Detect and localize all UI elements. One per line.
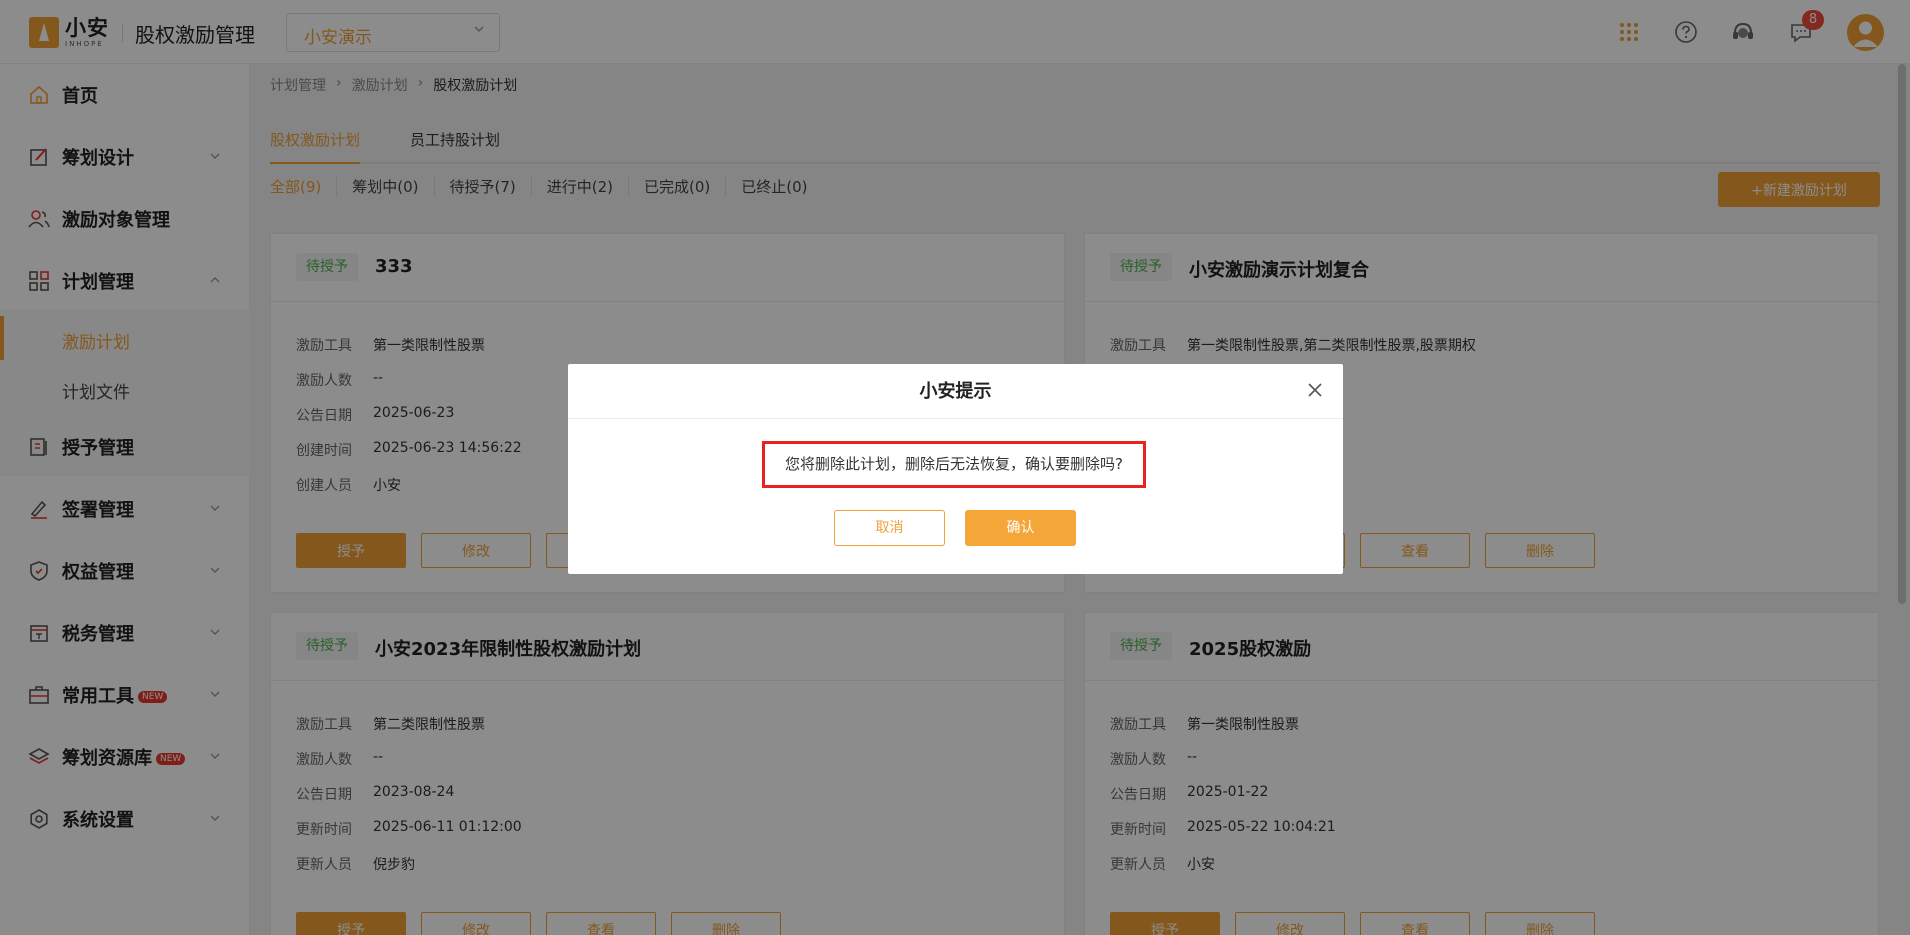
- delete-confirm-dialog: 小安提示 您将删除此计划，删除后无法恢复，确认要删除吗? 取消 确认: [568, 364, 1343, 574]
- dialog-message: 您将删除此计划，删除后无法恢复，确认要删除吗?: [762, 441, 1146, 488]
- dialog-title: 小安提示: [568, 364, 1343, 419]
- close-icon[interactable]: [1303, 378, 1327, 402]
- cancel-button[interactable]: 取消: [834, 510, 945, 546]
- confirm-button[interactable]: 确认: [965, 510, 1076, 546]
